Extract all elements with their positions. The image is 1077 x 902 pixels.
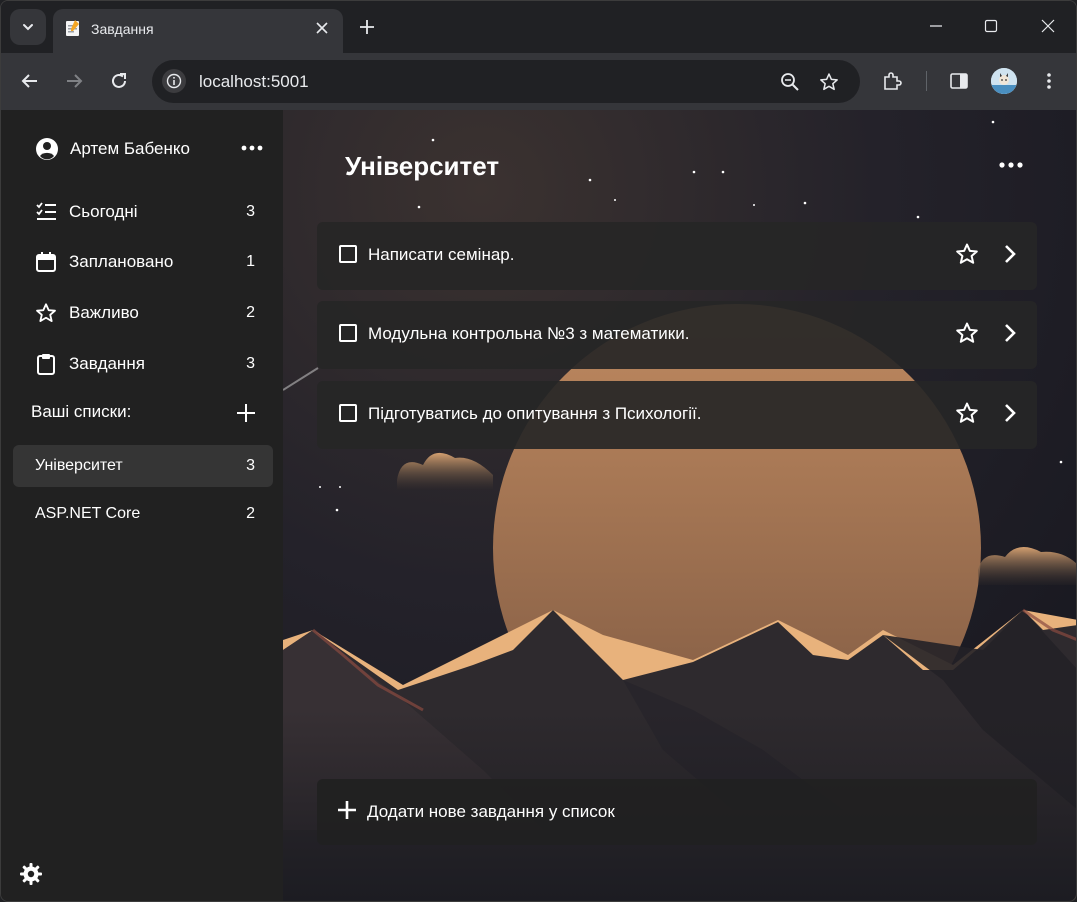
account-circle-icon [36, 138, 58, 160]
plus-icon [338, 801, 356, 819]
cat-avatar-icon [991, 68, 1017, 94]
star-outline-icon[interactable] [955, 321, 979, 345]
chevron-right-icon[interactable] [999, 401, 1021, 425]
list-item-label: ASP.NET Core [35, 505, 141, 522]
chevron-right-icon[interactable] [999, 321, 1021, 345]
list-item-university[interactable]: Університет 3 [13, 445, 273, 487]
sidebar: Артем Бабенко Сьогодні 3 Заплановано 1 В… [1, 110, 283, 901]
checklist-icon [36, 202, 56, 220]
chevron-right-icon[interactable] [999, 242, 1021, 266]
reload-button[interactable] [105, 67, 133, 95]
info-icon [166, 73, 182, 89]
star-outline-icon [820, 73, 838, 91]
nav-item-count: 2 [246, 304, 255, 321]
task-checkbox[interactable] [339, 245, 357, 263]
task-item[interactable]: Підготуватись до опитування з Психології… [317, 381, 1037, 449]
side-panel-icon [950, 73, 968, 89]
add-task-label: Додати нове завдання у список [367, 802, 615, 821]
add-list-button[interactable] [235, 402, 257, 424]
task-item[interactable]: Модульна контрольна №3 з математики. [317, 301, 1037, 369]
arrow-right-icon [67, 74, 83, 88]
task-title: Модульна контрольна №3 з математики. [368, 324, 690, 343]
list-item-label: Університет [35, 457, 123, 474]
nav-item-planned[interactable]: Заплановано 1 [35, 247, 265, 277]
close-icon [316, 22, 328, 34]
maximize-icon [984, 19, 998, 33]
nav-item-label: Завдання [69, 354, 145, 373]
nav-item-label: Заплановано [69, 252, 174, 271]
clipboard-icon [37, 354, 55, 375]
browser-tab[interactable]: Завдання [53, 9, 343, 53]
tab-search-button[interactable] [10, 9, 46, 45]
minimize-icon [930, 25, 942, 27]
plus-icon [360, 20, 374, 34]
task-item[interactable]: Написати семінар. [317, 222, 1037, 290]
memo-icon [66, 20, 79, 36]
tab-title: Завдання [91, 21, 154, 37]
profile-avatar[interactable] [991, 68, 1017, 94]
site-info-button[interactable] [162, 69, 186, 93]
list-title: Університет [345, 151, 500, 181]
user-profile[interactable]: Артем Бабенко [35, 137, 190, 161]
zoom-button[interactable] [778, 70, 802, 94]
minimize-button[interactable] [921, 11, 951, 41]
puzzle-icon [884, 72, 902, 90]
task-checkbox[interactable] [339, 404, 357, 422]
list-item-count: 3 [246, 457, 255, 474]
side-panel-button[interactable] [945, 67, 973, 95]
new-tab-button[interactable] [355, 15, 379, 39]
nav-item-count: 3 [246, 355, 255, 372]
chevron-down-icon [23, 24, 33, 31]
task-title: Написати семінар. [368, 245, 515, 264]
star-icon [36, 303, 56, 322]
bookmark-button[interactable] [817, 70, 841, 94]
nav-item-count: 3 [246, 203, 255, 220]
task-checkbox[interactable] [339, 324, 357, 342]
nav-item-label: Важливо [69, 303, 139, 322]
task-title: Підготуватись до опитування з Психології… [368, 404, 702, 423]
lists-heading: Ваші списки: [31, 402, 132, 421]
user-name: Артем Бабенко [70, 139, 190, 158]
list-item-count: 2 [246, 505, 255, 522]
nav-item-today[interactable]: Сьогодні 3 [35, 197, 265, 227]
more-horizontal-icon[interactable] [241, 143, 263, 153]
url-text[interactable]: localhost:5001 [199, 72, 309, 92]
forward-button[interactable] [60, 67, 88, 95]
browser-window: Завдання localhost:5001 Артем Бабенко Сь… [0, 0, 1077, 902]
tab-strip: Завдання [1, 1, 1076, 53]
reload-icon [112, 73, 126, 88]
tab-close-button[interactable] [313, 19, 331, 37]
more-vertical-icon [1047, 73, 1051, 89]
more-horizontal-icon[interactable] [999, 160, 1023, 170]
back-button[interactable] [16, 67, 44, 95]
address-bar[interactable]: localhost:5001 [152, 60, 860, 103]
nav-item-label: Сьогодні [69, 202, 138, 221]
calendar-icon [36, 252, 56, 272]
maximize-button[interactable] [976, 11, 1006, 41]
browser-toolbar: localhost:5001 [1, 53, 1076, 110]
list-item-aspnet-core[interactable]: ASP.NET Core 2 [13, 493, 273, 535]
add-task-button[interactable]: Додати нове завдання у список [317, 779, 1037, 845]
arrow-left-icon [21, 74, 37, 88]
star-outline-icon[interactable] [955, 401, 979, 425]
settings-gear-icon[interactable] [19, 862, 43, 886]
toolbar-separator [926, 71, 927, 91]
nav-item-tasks[interactable]: Завдання 3 [35, 349, 265, 379]
nav-item-count: 1 [246, 253, 255, 270]
browser-menu-button[interactable] [1035, 67, 1063, 95]
close-icon [1041, 19, 1055, 33]
close-window-button[interactable] [1033, 11, 1063, 41]
star-outline-icon[interactable] [955, 242, 979, 266]
zoom-out-icon [781, 73, 799, 91]
nav-item-important[interactable]: Важливо 2 [35, 298, 265, 328]
todo-app: Артем Бабенко Сьогодні 3 Заплановано 1 В… [1, 110, 1076, 901]
main-panel: Університет Написати семінар. Модульна к… [283, 110, 1076, 901]
extensions-button[interactable] [878, 67, 906, 95]
